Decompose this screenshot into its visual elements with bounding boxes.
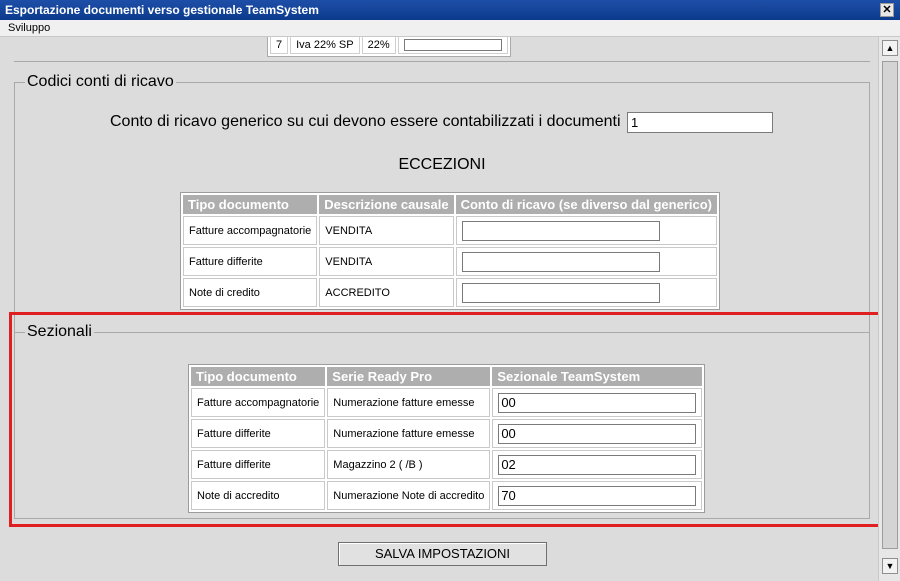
table-cell	[397, 37, 508, 54]
scroll-down-icon[interactable]: ▼	[882, 558, 898, 574]
tipo-cell: Fatture differite	[183, 247, 318, 276]
causale-cell: ACCREDITO	[319, 278, 454, 307]
causale-cell: VENDITA	[319, 216, 454, 245]
group-legend: Codici conti di ricavo	[27, 73, 174, 90]
partial-vat-table: 7 Iva 22% SP 22%	[267, 37, 511, 57]
generic-account-label: Conto di ricavo generico su cui devono e…	[110, 113, 621, 130]
scroll-thumb[interactable]	[882, 61, 898, 549]
section-divider	[14, 61, 870, 63]
column-header: Descrizione causale	[319, 195, 454, 214]
save-settings-button[interactable]: SALVA IMPOSTAZIONI	[338, 542, 547, 566]
table-row: 7 Iva 22% SP 22%	[270, 37, 508, 54]
table-row: Note di credito ACCREDITO	[183, 278, 717, 307]
conto-input[interactable]	[461, 251, 660, 272]
close-button[interactable]: ✕	[880, 3, 894, 17]
column-header: Tipo documento	[183, 195, 318, 214]
tipo-cell: Fatture accompagnatorie	[183, 216, 318, 245]
conto-input[interactable]	[461, 282, 660, 303]
tipo-cell: Note di credito	[183, 278, 318, 307]
eccezioni-table: Tipo documento Descrizione causale Conto…	[180, 192, 720, 310]
table-row: Fatture accompagnatorie VENDITA	[183, 216, 717, 245]
table-header-row: Tipo documento Descrizione causale Conto…	[183, 195, 717, 214]
content-area: 7 Iva 22% SP 22% Codici conti di ricavo …	[0, 37, 878, 581]
conto-cell	[455, 247, 717, 276]
table-cell: Iva 22% SP	[290, 37, 360, 54]
window-titlebar: Esportazione documenti verso gestionale …	[0, 0, 900, 20]
table-row: Fatture differite VENDITA	[183, 247, 717, 276]
conto-input[interactable]	[461, 220, 660, 241]
table-cell: 7	[270, 37, 289, 54]
column-header: Conto di ricavo (se diverso dal generico…	[455, 195, 717, 214]
scroll-up-icon[interactable]: ▲	[882, 40, 898, 56]
window-title: Esportazione documenti verso gestionale …	[5, 3, 319, 17]
menu-bar: Sviluppo	[0, 20, 900, 37]
conto-cell	[455, 216, 717, 245]
vat-code-input[interactable]	[403, 39, 502, 51]
eccezioni-title: ECCEZIONI	[398, 156, 486, 173]
menu-item-sviluppo[interactable]: Sviluppo	[8, 22, 50, 34]
vertical-scrollbar[interactable]: ▲ ▼	[878, 37, 900, 581]
table-cell: 22%	[361, 37, 396, 54]
generic-account-input[interactable]: 1	[627, 112, 773, 133]
conto-cell	[455, 278, 717, 307]
causale-cell: VENDITA	[319, 247, 454, 276]
sezionali-highlight-box	[9, 312, 878, 527]
